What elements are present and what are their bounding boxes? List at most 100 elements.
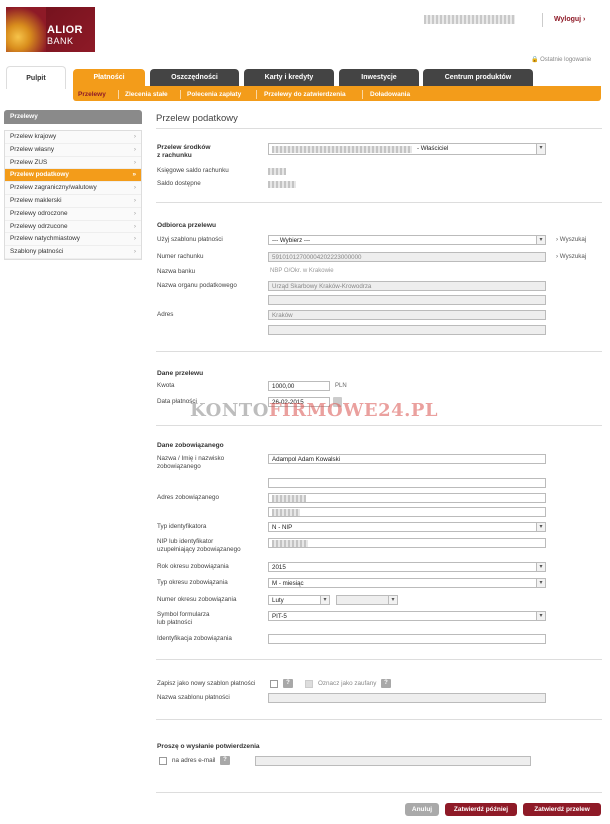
source-label-2: z rachunku (157, 152, 192, 159)
header-divider (542, 13, 543, 27)
available-balance-blurred (268, 181, 296, 188)
email-confirm-checkbox[interactable] (159, 757, 167, 765)
obligor-name-label-1: Nazwa / Imię i nazwisko (157, 455, 225, 462)
chevron-down-icon: ▾ (536, 144, 545, 154)
account-number-field[interactable]: 59101012700004202223000000 (268, 252, 546, 262)
search-account-link[interactable]: › Wyszukaj (556, 253, 586, 260)
sidebar-item-podatkowy[interactable]: Przelew podatkowy» (5, 169, 141, 183)
obligor-address-label: Adres zobowiązanego (157, 494, 219, 501)
sidebar-item-odroczone[interactable]: Przelewy odroczone › (5, 208, 141, 221)
id-type-label: Typ identyfikatora (157, 523, 207, 530)
currency-label: PLN (335, 383, 347, 389)
sidebar-item-natychmiastowy[interactable]: Przelew natychmiastowy › (5, 233, 141, 247)
subnav-polecenia[interactable]: Polecenia zapłaty (187, 91, 241, 98)
subnav-zlecenia[interactable]: Zlecenia stałe (125, 91, 168, 98)
obligation-id-label: Identyfikacja zobowiązania (157, 635, 232, 642)
trusted-checkbox[interactable] (305, 680, 313, 688)
obligor-address-field[interactable] (268, 493, 546, 503)
template-name-label: Nazwa szablonu płatności (157, 694, 230, 701)
help-icon[interactable]: ? (283, 679, 293, 688)
chevron-down-icon: ▾ (536, 612, 545, 620)
template-label: Użyj szablonu płatności (157, 236, 223, 243)
user-name-blurred (424, 15, 515, 24)
nip-blurred (272, 540, 308, 547)
sidebar-item-zagraniczny[interactable]: Przelew zagraniczny/walutowy › (5, 182, 141, 195)
obligor-name-label-2: zobowiązanego (157, 463, 201, 470)
logout-link[interactable]: Wyloguj › (554, 16, 585, 23)
obligation-id-field[interactable] (268, 634, 546, 644)
tab-pulpit[interactable]: Pulpit (6, 66, 66, 89)
tax-office-field-2[interactable] (268, 295, 546, 305)
tab-oszczednosci[interactable]: Oszczędności (150, 69, 239, 86)
form-symbol-label-1: Symbol formularza (157, 611, 210, 618)
book-balance-label: Księgowe saldo rachunku (157, 167, 229, 174)
address-field[interactable]: Kraków (268, 310, 546, 320)
tab-platnosci[interactable]: Płatności (73, 69, 145, 86)
sidebar-menu: Przelew krajowy › Przelew własny › Przelew… (4, 130, 142, 260)
sidebar-item-odrzucone[interactable]: Przelewy odrzucone › (5, 221, 141, 234)
tab-inwestycje[interactable]: Inwestycje (339, 69, 419, 86)
approve-later-button[interactable]: Zatwierdź później (445, 803, 517, 816)
address-field-2[interactable] (268, 325, 546, 335)
sidebar-item-wlasny[interactable]: Przelew własny › (5, 144, 141, 157)
email-confirm-label: na adres e-mail (172, 757, 216, 764)
tab-karty[interactable]: Karty i kredyty (244, 69, 334, 86)
approve-transfer-button[interactable]: Zatwierdź przelew (523, 803, 601, 816)
subnav-do-zatwierdzenia[interactable]: Przelewy do zatwierdzenia (264, 91, 346, 98)
watermark: KONTOFIRMOWE24.PL (190, 400, 439, 421)
subnav-przelewy[interactable]: Przelewy (78, 91, 106, 98)
help-icon[interactable]: ? (220, 756, 230, 765)
chevron-down-icon: ▾ (536, 579, 545, 587)
search-template-link[interactable]: › Wyszukaj (556, 236, 586, 243)
template-name-field[interactable] (268, 693, 546, 703)
last-login-link[interactable]: 🔒 Ostatnie logowanie (531, 56, 591, 63)
year-label: Rok okresu zobowiązania (157, 563, 229, 570)
obligor-section: Dane zobowiązanego (157, 442, 224, 449)
tax-office-label: Nazwa organu podatkowego (157, 282, 237, 289)
cancel-button[interactable]: Anuluj (405, 803, 439, 816)
period-number-select[interactable]: Luty ▾ (268, 595, 330, 605)
email-field[interactable] (255, 756, 531, 766)
obligor-name-field[interactable]: Adampol Adam Kowalski (268, 454, 546, 464)
account-number-label: Numer rachunku (157, 253, 204, 260)
bank-name-value: NBP O/Okr. w Krakowie (270, 268, 334, 274)
sidebar-item-zus[interactable]: Przelew ZUS › (5, 157, 141, 170)
sidebar-item-maklerski[interactable]: Przelew maklerski › (5, 195, 141, 208)
tab-centrum[interactable]: Centrum produktów (423, 69, 533, 86)
logo-subtext: BANK (47, 36, 74, 46)
address-blurred (272, 495, 306, 502)
id-type-select[interactable]: N - NIP ▾ (268, 522, 546, 532)
save-template-checkbox[interactable] (270, 680, 278, 688)
obligor-name-field-2[interactable] (268, 478, 546, 488)
period-number-label: Numer okresu zobowiązania (157, 596, 237, 603)
form-symbol-select[interactable]: PIT-5 ▾ (268, 611, 546, 621)
source-label-1: Przelew środków (157, 144, 211, 151)
chevron-down-icon: ▾ (320, 596, 329, 604)
sidebar-item-szablony[interactable]: Szablony płatności › (5, 246, 141, 259)
nip-field[interactable] (268, 538, 546, 548)
confirmation-section: Proszę o wysłanie potwierdzenia (157, 743, 260, 750)
alior-logo: ALIOR BANK (6, 7, 95, 52)
logo-emblem (6, 7, 46, 52)
source-account-select[interactable]: - Właściciel ▾ (268, 143, 546, 155)
address-blurred-2 (272, 509, 300, 516)
account-owner: - Właściciel (417, 145, 449, 152)
subnav-doladowania[interactable]: Doładowania (370, 91, 410, 98)
form-symbol-label-2: lub płatności (157, 619, 193, 626)
period-type-select[interactable]: M - miesiąc ▾ (268, 578, 546, 588)
amount-field[interactable]: 1000,00 (268, 381, 330, 391)
chevron-down-icon: ▾ (388, 596, 397, 604)
account-blurred (272, 146, 412, 153)
obligor-address-field-2[interactable] (268, 507, 546, 517)
tax-office-field[interactable]: Urząd Skarbowy Kraków-Krowodrza (268, 281, 546, 291)
sidebar-item-krajowy[interactable]: Przelew krajowy › (5, 131, 141, 144)
available-balance-label: Saldo dostępne (157, 180, 201, 187)
period-day-select[interactable]: ▾ (336, 595, 398, 605)
sidebar-title: Przelewy (4, 110, 142, 124)
year-select[interactable]: 2015 ▾ (268, 562, 546, 572)
help-icon[interactable]: ? (381, 679, 391, 688)
book-balance-blurred (268, 168, 286, 175)
save-template-label: Zapisz jako nowy szablon płatności (157, 680, 256, 687)
address-label: Adres (157, 311, 174, 318)
template-select[interactable]: --- Wybierz --- ▾ (268, 235, 546, 245)
